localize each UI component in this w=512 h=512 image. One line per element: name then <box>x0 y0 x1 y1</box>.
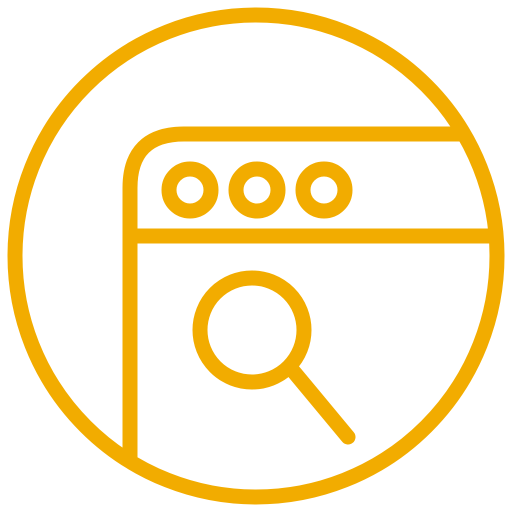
window-dot-2 <box>228 161 286 219</box>
window-dot-1 <box>161 161 219 219</box>
window-dot-3 <box>295 161 353 219</box>
outer-circle <box>7 7 505 505</box>
magnifier-icon <box>192 270 356 445</box>
browser-search-graphic <box>7 7 505 505</box>
magnifier-handle <box>286 364 356 445</box>
magnifier-lens <box>192 270 312 390</box>
browser-window <box>122 126 497 478</box>
browser-window-frame <box>122 126 497 478</box>
browser-search-icon <box>0 0 512 512</box>
